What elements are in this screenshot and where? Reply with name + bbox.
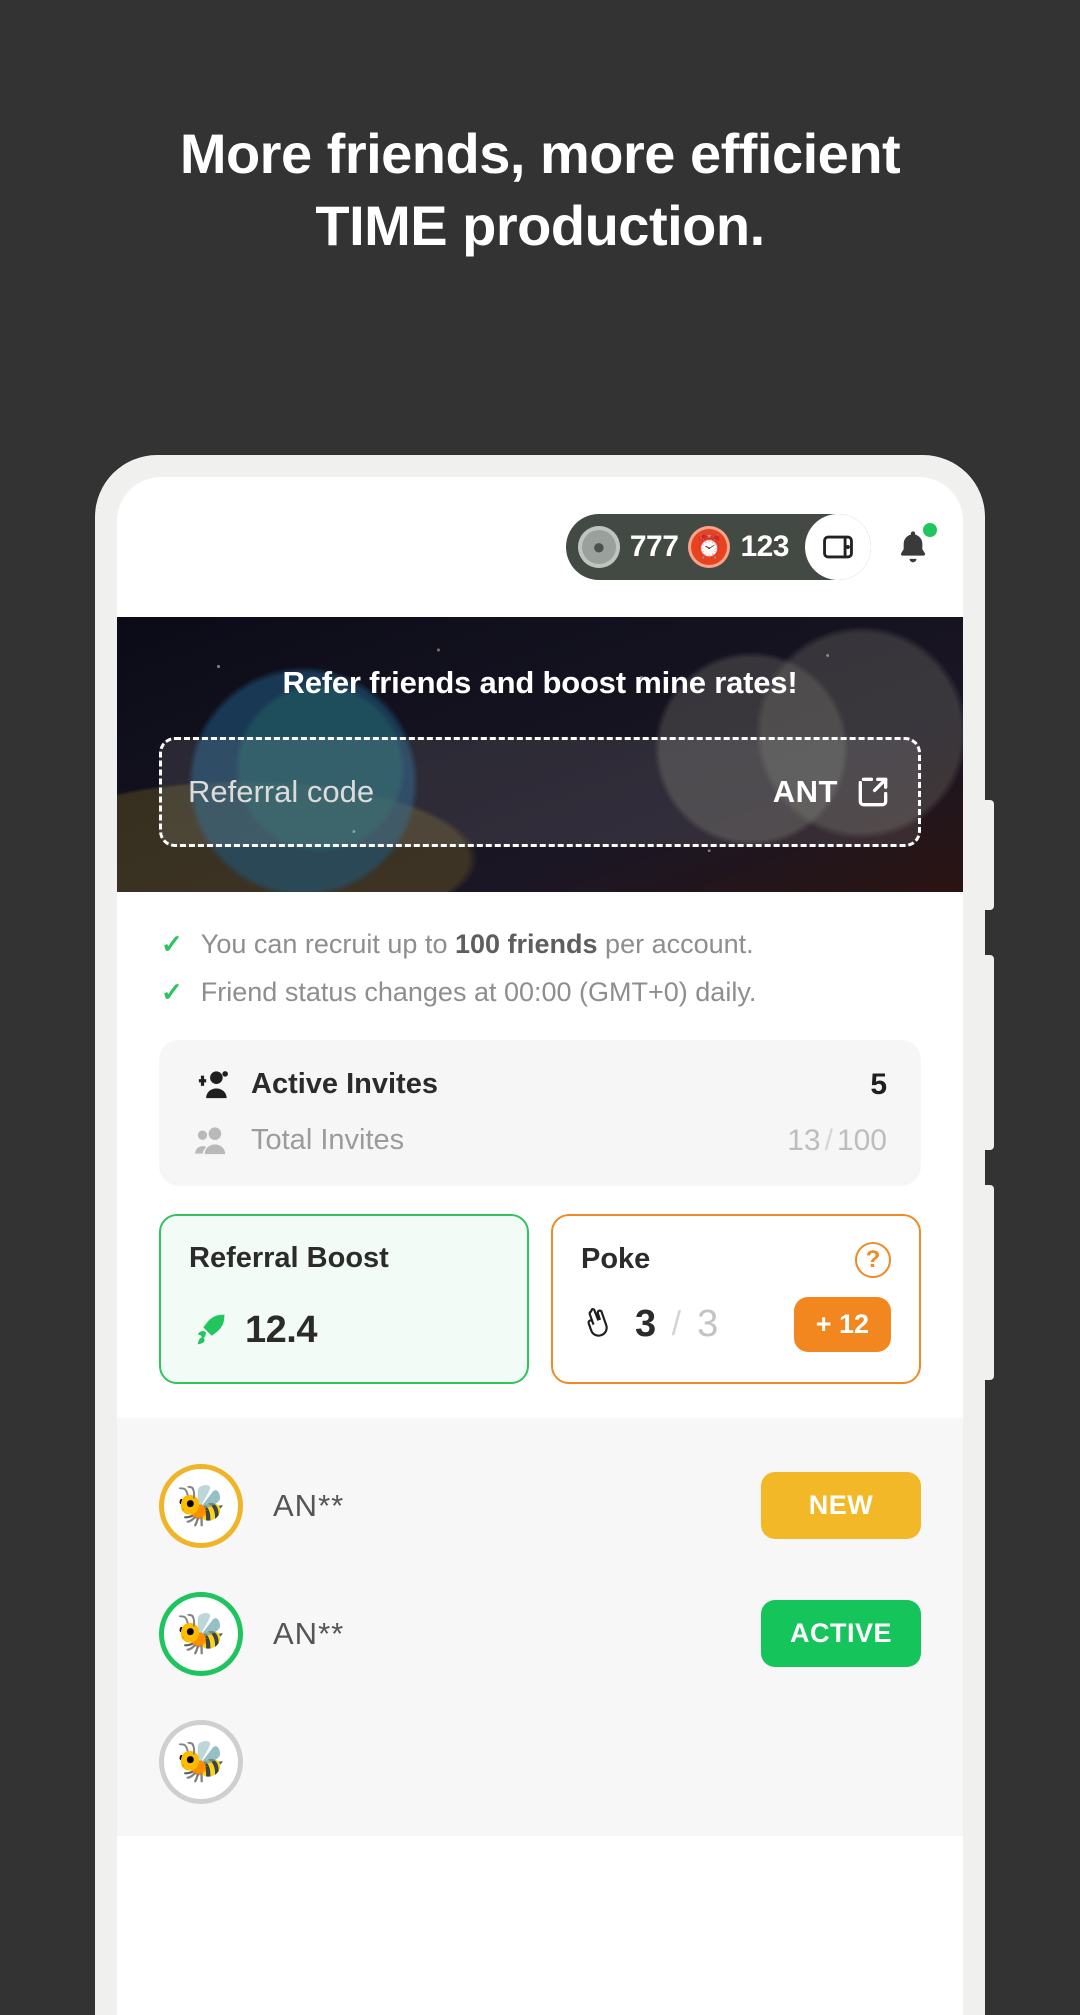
balance-pill[interactable]: ● 777 ⏰ 123 — [565, 514, 871, 580]
friend-list-item[interactable]: 🐝 — [159, 1708, 921, 1836]
total-invites-current: 13 — [787, 1123, 821, 1157]
referral-action-label: ANT — [772, 774, 838, 809]
poke-separator: / — [671, 1304, 682, 1343]
stat-cards-row: Referral Boost 12.4 Poke ? 3 / 3 + 12 — [159, 1213, 921, 1384]
phone-screen: ● 777 ⏰ 123 Refer friends and boost mine… — [117, 477, 963, 2015]
friend-name: AN** — [273, 1615, 345, 1651]
question-mark-icon[interactable]: ? — [855, 1241, 891, 1278]
notifications-button[interactable] — [889, 521, 939, 573]
referral-banner-title: Refer friends and boost mine rates! — [282, 665, 798, 700]
ant-avatar-icon: 🐝 — [159, 1591, 243, 1676]
info-bullet-item: ✓ You can recruit up to 100 friends per … — [161, 928, 919, 962]
ant-coin-icon: ● — [577, 526, 620, 568]
active-invites-label: Active Invites — [251, 1068, 438, 1100]
total-invites-max: 100 — [836, 1123, 887, 1157]
ant-avatar-icon: 🐝 — [159, 1463, 243, 1548]
friend-list-item[interactable]: 🐝 AN** NEW — [159, 1452, 921, 1580]
ant-balance-value: 777 — [629, 530, 679, 563]
total-invites-row: Total Invites 13/100 — [193, 1124, 887, 1158]
referral-banner: Refer friends and boost mine rates! Refe… — [117, 617, 963, 892]
time-balance-chip[interactable]: ⏰ 123 — [688, 526, 789, 568]
promo-heading-line-2: TIME production. — [315, 193, 765, 257]
active-invites-row: Active Invites 5 — [193, 1068, 887, 1102]
friend-list-item[interactable]: 🐝 AN** ACTIVE — [159, 1580, 921, 1708]
referral-boost-card[interactable]: Referral Boost 12.4 — [159, 1213, 529, 1384]
referral-boost-value: 12.4 — [245, 1308, 317, 1351]
phone-mute-switch — [984, 800, 994, 910]
phone-volume-up-button — [984, 955, 994, 1150]
notification-unread-dot — [921, 521, 939, 539]
wallet-icon — [823, 535, 853, 559]
poke-card[interactable]: Poke ? 3 / 3 + 12 — [551, 1213, 921, 1384]
active-invites-value: 5 — [870, 1067, 887, 1101]
ant-avatar-icon: 🐝 — [159, 1719, 243, 1804]
poke-reward-badge[interactable]: + 12 — [793, 1296, 891, 1352]
poke-max: 3 — [697, 1302, 718, 1345]
info-bullet-item: ✓ Friend status changes at 00:00 (GMT+0)… — [161, 976, 919, 1010]
referral-code-input-box[interactable]: Referral code ANT — [159, 737, 921, 847]
check-icon: ✓ — [161, 929, 183, 959]
wallet-button[interactable] — [805, 514, 871, 580]
rocket-icon — [197, 1314, 226, 1345]
referral-code-input[interactable]: Referral code — [188, 774, 374, 810]
add-person-icon — [198, 1070, 228, 1098]
poke-title: Poke — [581, 1243, 651, 1275]
external-link-icon — [858, 777, 888, 807]
total-invites-label: Total Invites — [251, 1124, 405, 1156]
total-invites-value: 13/100 — [787, 1124, 887, 1158]
friend-status-badge: NEW — [761, 1472, 921, 1539]
app-top-bar: ● 777 ⏰ 123 — [117, 477, 963, 617]
info-bullet-suffix: per account. — [597, 929, 754, 959]
invites-card: Active Invites 5 Total Invites 13/100 — [159, 1039, 921, 1186]
time-balance-value: 123 — [740, 530, 789, 563]
info-bullet-bold: 100 friends — [454, 929, 598, 959]
promo-heading: More friends, more efficient TIME produc… — [0, 118, 1080, 261]
referral-share-button[interactable]: ANT — [773, 773, 892, 811]
friend-name: AN** — [273, 1487, 345, 1523]
poke-value: 3 — [635, 1302, 656, 1345]
ant-balance-chip[interactable]: ● 777 — [577, 526, 679, 568]
info-bullet-list: ✓ You can recruit up to 100 friends per … — [117, 892, 963, 1010]
people-icon — [195, 1126, 226, 1154]
friends-list: 🐝 AN** NEW 🐝 AN** ACTIVE 🐝 — [117, 1417, 963, 1836]
phone-volume-down-button — [984, 1185, 994, 1380]
info-bullet-text: Friend status changes at 00:00 (GMT+0) d… — [200, 976, 757, 1007]
check-icon: ✓ — [161, 976, 183, 1007]
alarm-clock-icon: ⏰ — [688, 526, 731, 568]
promo-heading-line-1: More friends, more efficient — [179, 122, 901, 185]
total-invites-separator: / — [824, 1123, 833, 1157]
info-bullet-text: You can recruit up to 100 friends per ac… — [201, 928, 754, 962]
phone-mockup-frame: ● 777 ⏰ 123 Refer friends and boost mine… — [95, 455, 994, 2015]
info-bullet-prefix: You can recruit up to — [200, 929, 455, 959]
referral-boost-title: Referral Boost — [189, 1241, 389, 1274]
poke-hand-icon — [587, 1308, 608, 1337]
friend-status-badge: ACTIVE — [761, 1600, 921, 1667]
